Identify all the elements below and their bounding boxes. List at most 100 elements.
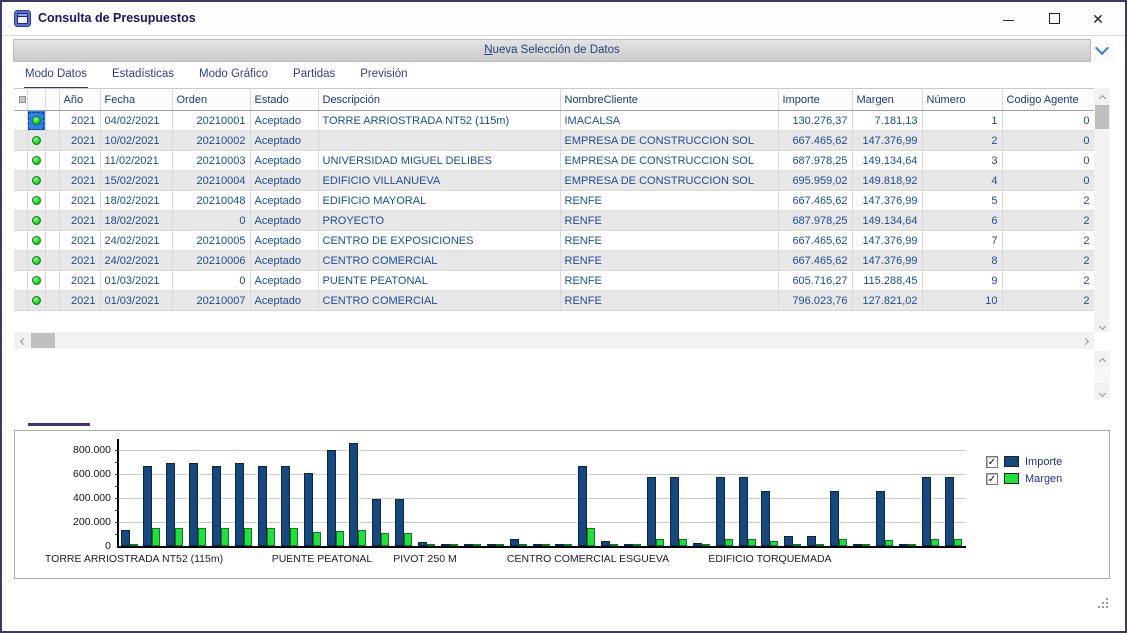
cell-blank[interactable] [14,191,27,211]
column-header[interactable]: Importe [778,89,852,111]
cell-numero[interactable]: 1 [922,111,1002,131]
cell-fecha[interactable]: 04/02/2021 [100,111,172,131]
cell-numero[interactable]: 6 [922,211,1002,231]
row-status-cell[interactable] [27,251,45,271]
cell-agente[interactable]: 2 [1002,211,1094,231]
cell-blank[interactable] [45,191,59,211]
tab-partidas[interactable]: Partidas [292,64,336,89]
cell-orden[interactable]: 20210005 [172,231,250,251]
column-header[interactable]: NombreCliente [560,89,778,111]
cell-orden[interactable]: 20210007 [172,291,250,311]
cell-blank[interactable] [45,211,59,231]
cell-agente[interactable]: 2 [1002,231,1094,251]
cell-margen[interactable]: 147.376,99 [852,231,922,251]
row-status-cell[interactable] [27,271,45,291]
cell-cliente[interactable]: IMACALSA [560,111,778,131]
cell-blank[interactable] [45,231,59,251]
cell-blank[interactable] [14,271,27,291]
cell-fecha[interactable]: 24/02/2021 [100,231,172,251]
cell-fecha[interactable]: 24/02/2021 [100,251,172,271]
select-all-icon[interactable] [19,96,26,103]
cell-ano[interactable]: 2021 [59,171,100,191]
cell-ano[interactable]: 2021 [59,231,100,251]
cell-cliente[interactable]: RENFE [560,291,778,311]
cell-estado[interactable]: Aceptado [250,171,318,191]
cell-margen[interactable]: 147.376,99 [852,131,922,151]
cell-blank[interactable] [45,151,59,171]
cell-margen[interactable]: 147.376,99 [852,191,922,211]
cell-blank[interactable] [45,131,59,151]
cell-numero[interactable]: 10 [922,291,1002,311]
cell-blank[interactable] [14,111,27,131]
cell-importe[interactable]: 130.276,37 [778,111,852,131]
cell-descripcion[interactable]: UNIVERSIDAD MIGUEL DELIBES [318,151,560,171]
cell-agente[interactable]: 2 [1002,271,1094,291]
cell-agente[interactable]: 0 [1002,151,1094,171]
cell-cliente[interactable]: RENFE [560,251,778,271]
cell-agente[interactable]: 2 [1002,251,1094,271]
cell-ano[interactable]: 2021 [59,151,100,171]
tab-modo-datos[interactable]: Modo Datos [24,64,88,89]
cell-descripcion[interactable]: CENTRO COMERCIAL [318,251,560,271]
cell-importe[interactable]: 667.465,62 [778,231,852,251]
cell-orden[interactable]: 20210002 [172,131,250,151]
table-row[interactable]: 202124/02/202120210006AceptadoCENTRO COM… [14,251,1094,271]
row-status-cell[interactable] [27,131,45,151]
cell-margen[interactable]: 149.818,92 [852,171,922,191]
scroll-down-button[interactable] [1094,383,1110,399]
scroll-thumb[interactable] [1095,105,1109,129]
cell-fecha[interactable]: 15/02/2021 [100,171,172,191]
cell-estado[interactable]: Aceptado [250,271,318,291]
tab-estadísticas[interactable]: Estadísticas [111,64,175,89]
cell-cliente[interactable]: EMPRESA DE CONSTRUCCION SOL [560,171,778,191]
cell-margen[interactable]: 115.288,45 [852,271,922,291]
cell-margen[interactable]: 149.134,64 [852,211,922,231]
table-row[interactable]: 202101/03/20210AceptadoPUENTE PEATONALRE… [14,271,1094,291]
table-row[interactable]: 202110/02/202120210002AceptadoEMPRESA DE… [14,131,1094,151]
column-header[interactable]: Codigo Agente [1002,89,1094,111]
cell-ano[interactable]: 2021 [59,111,100,131]
cell-ano[interactable]: 2021 [59,131,100,151]
cell-blank[interactable] [14,131,27,151]
cell-descripcion[interactable]: CENTRO DE EXPOSICIONES [318,231,560,251]
column-header[interactable]: Margen [852,89,922,111]
cell-agente[interactable]: 0 [1002,111,1094,131]
cell-orden[interactable]: 0 [172,211,250,231]
cell-orden[interactable]: 20210004 [172,171,250,191]
tab-modo-gráfico[interactable]: Modo Gráfico [198,64,269,89]
grid-vertical-scrollbar[interactable] [1094,88,1110,332]
maximize-button[interactable] [1037,8,1071,30]
table-row[interactable]: 202124/02/202120210005AceptadoCENTRO DE … [14,231,1094,251]
scroll-left-button[interactable] [14,332,30,349]
cell-descripcion[interactable]: PROYECTO [318,211,560,231]
row-status-cell[interactable] [27,191,45,211]
cell-fecha[interactable]: 10/02/2021 [100,131,172,151]
cell-agente[interactable]: 2 [1002,191,1094,211]
cell-ano[interactable]: 2021 [59,251,100,271]
cell-numero[interactable]: 5 [922,191,1002,211]
cell-numero[interactable]: 2 [922,131,1002,151]
cell-ano[interactable]: 2021 [59,191,100,211]
nueva-seleccion-bar[interactable]: Nueva Selección de Datos [13,39,1091,62]
cell-descripcion[interactable]: TORRE ARRIOSTRADA NT52 (115m) [318,111,560,131]
scroll-right-button[interactable] [1078,332,1094,349]
cell-blank[interactable] [14,171,27,191]
table-row[interactable]: 202115/02/202120210004AceptadoEDIFICIO V… [14,171,1094,191]
cell-ano[interactable]: 2021 [59,211,100,231]
cell-numero[interactable]: 7 [922,231,1002,251]
cell-estado[interactable]: Aceptado [250,211,318,231]
row-status-cell[interactable] [27,231,45,251]
column-header[interactable]: Número [922,89,1002,111]
cell-importe[interactable]: 667.465,62 [778,251,852,271]
selected-row-cell[interactable] [27,111,45,131]
tab-previsión[interactable]: Previsión [359,64,408,89]
cell-numero[interactable]: 3 [922,151,1002,171]
scroll-up-button[interactable] [1094,351,1110,367]
cell-margen[interactable]: 149.134,64 [852,151,922,171]
cell-importe[interactable]: 695.959,02 [778,171,852,191]
cell-numero[interactable]: 9 [922,271,1002,291]
cell-estado[interactable]: Aceptado [250,191,318,211]
row-status-cell[interactable] [27,171,45,191]
cell-descripcion[interactable]: EDIFICIO VILLANUEVA [318,171,560,191]
cell-ano[interactable]: 2021 [59,291,100,311]
